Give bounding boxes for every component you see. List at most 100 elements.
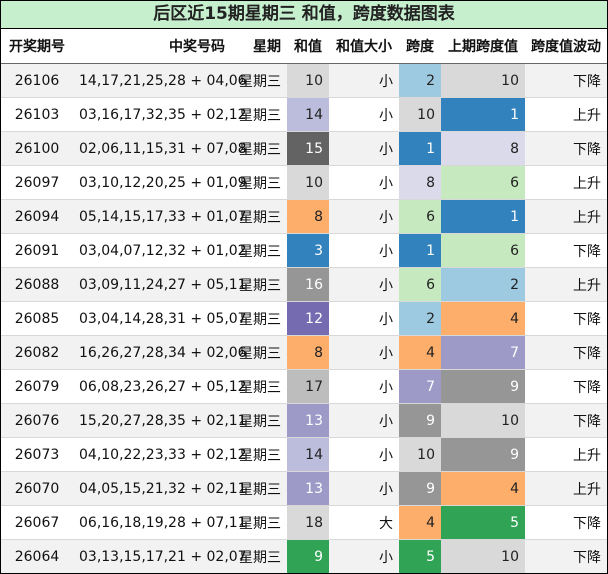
sum-cell: 13 [287,472,329,506]
sum-cell: 3 [287,234,329,268]
issue-cell: 26091 [1,234,73,268]
numbers-cell: 03,10,12,20,25 + 01,09 [73,166,231,200]
numbers-cell: 03,16,17,32,35 + 02,12 [73,98,231,132]
sum-cell: 14 [287,438,329,472]
span-cell: 9 [399,472,441,506]
prev-span-cell: 1 [441,200,525,234]
table-row: 2608216,26,27,28,34 + 02,06星期三8小47下降 [1,336,607,370]
span-trend-cell: 上升 [525,98,607,132]
sum-cell: 9 [287,540,329,574]
issue-cell: 26079 [1,370,73,404]
sum-size-cell: 小 [329,98,399,132]
numbers-cell: 03,09,11,24,27 + 05,11 [73,268,231,302]
weekday-cell: 星期三 [231,64,287,98]
span-trend-cell: 下降 [525,540,607,574]
span-trend-cell: 上升 [525,200,607,234]
sum-cell: 14 [287,98,329,132]
sum-size-cell: 小 [329,370,399,404]
sheet-title: 后区近15期星期三 和值，跨度数据图表 [1,1,607,29]
col-header-weekday: 星期 [231,29,287,64]
sum-size-cell: 小 [329,404,399,438]
issue-cell: 26070 [1,472,73,506]
span-cell: 9 [399,404,441,438]
weekday-cell: 星期三 [231,336,287,370]
col-header-prev-span: 上期跨度值 [441,29,525,64]
span-trend-cell: 上升 [525,438,607,472]
sum-cell: 15 [287,132,329,166]
numbers-cell: 02,06,11,15,31 + 07,08 [73,132,231,166]
numbers-cell: 03,04,14,28,31 + 05,07 [73,302,231,336]
prev-span-cell: 7 [441,336,525,370]
sum-size-cell: 小 [329,438,399,472]
numbers-cell: 06,16,18,19,28 + 07,11 [73,506,231,540]
table-row: 2610002,06,11,15,31 + 07,08星期三15小18下降 [1,132,607,166]
table-row: 2610303,16,17,32,35 + 02,12星期三14小101上升 [1,98,607,132]
sum-size-cell: 小 [329,166,399,200]
span-cell: 6 [399,200,441,234]
col-header-issue: 开奖期号 [1,29,73,64]
weekday-cell: 星期三 [231,472,287,506]
span-trend-cell: 上升 [525,166,607,200]
span-cell: 8 [399,166,441,200]
prev-span-cell: 4 [441,472,525,506]
prev-span-cell: 10 [441,540,525,574]
weekday-cell: 星期三 [231,132,287,166]
sum-cell: 10 [287,166,329,200]
table-row: 2607004,05,15,21,32 + 02,11星期三13小94上升 [1,472,607,506]
prev-span-cell: 8 [441,132,525,166]
span-cell: 2 [399,302,441,336]
span-trend-cell: 上升 [525,268,607,302]
sum-cell: 16 [287,268,329,302]
issue-cell: 26094 [1,200,73,234]
weekday-cell: 星期三 [231,438,287,472]
sum-size-cell: 小 [329,268,399,302]
table-row: 2607615,20,27,28,35 + 02,11星期三13小910下降 [1,404,607,438]
table-row: 2609405,14,15,17,33 + 01,07星期三8小61上升 [1,200,607,234]
weekday-cell: 星期三 [231,302,287,336]
sum-size-cell: 小 [329,336,399,370]
header-row: 开奖期号 中奖号码 星期 和值 和值大小 跨度 上期跨度值 跨度值波动 [1,29,607,64]
issue-cell: 26097 [1,166,73,200]
table-row: 2607304,10,22,23,33 + 02,12星期三14小109上升 [1,438,607,472]
issue-cell: 26106 [1,64,73,98]
issue-cell: 26076 [1,404,73,438]
sum-cell: 8 [287,336,329,370]
numbers-cell: 03,04,07,12,32 + 01,02 [73,234,231,268]
span-cell: 6 [399,268,441,302]
sum-cell: 17 [287,370,329,404]
col-header-span-trend: 跨度值波动 [525,29,607,64]
sum-size-cell: 小 [329,64,399,98]
prev-span-cell: 6 [441,166,525,200]
span-trend-cell: 下降 [525,506,607,540]
table-row: 2608503,04,14,28,31 + 05,07星期三12小24下降 [1,302,607,336]
sum-size-cell: 小 [329,472,399,506]
span-cell: 7 [399,370,441,404]
table-row: 2607906,08,23,26,27 + 05,12星期三17小79下降 [1,370,607,404]
span-cell: 1 [399,132,441,166]
sum-size-cell: 大 [329,506,399,540]
span-trend-cell: 下降 [525,64,607,98]
weekday-cell: 星期三 [231,370,287,404]
sum-size-cell: 小 [329,540,399,574]
weekday-cell: 星期三 [231,234,287,268]
numbers-cell: 06,08,23,26,27 + 05,12 [73,370,231,404]
issue-cell: 26085 [1,302,73,336]
table-row: 2610614,17,21,25,28 + 04,06星期三10小210下降 [1,64,607,98]
sum-cell: 10 [287,64,329,98]
prev-span-cell: 4 [441,302,525,336]
sum-size-cell: 小 [329,234,399,268]
weekday-cell: 星期三 [231,404,287,438]
issue-cell: 26100 [1,132,73,166]
issue-cell: 26073 [1,438,73,472]
sum-cell: 12 [287,302,329,336]
weekday-cell: 星期三 [231,166,287,200]
sum-cell: 13 [287,404,329,438]
span-cell: 4 [399,506,441,540]
span-cell: 10 [399,438,441,472]
numbers-cell: 04,10,22,23,33 + 02,12 [73,438,231,472]
numbers-cell: 03,13,15,17,21 + 02,07 [73,540,231,574]
table-row: 2609103,04,07,12,32 + 01,02星期三3小16下降 [1,234,607,268]
span-cell: 4 [399,336,441,370]
col-header-sum: 和值 [287,29,329,64]
issue-cell: 26064 [1,540,73,574]
